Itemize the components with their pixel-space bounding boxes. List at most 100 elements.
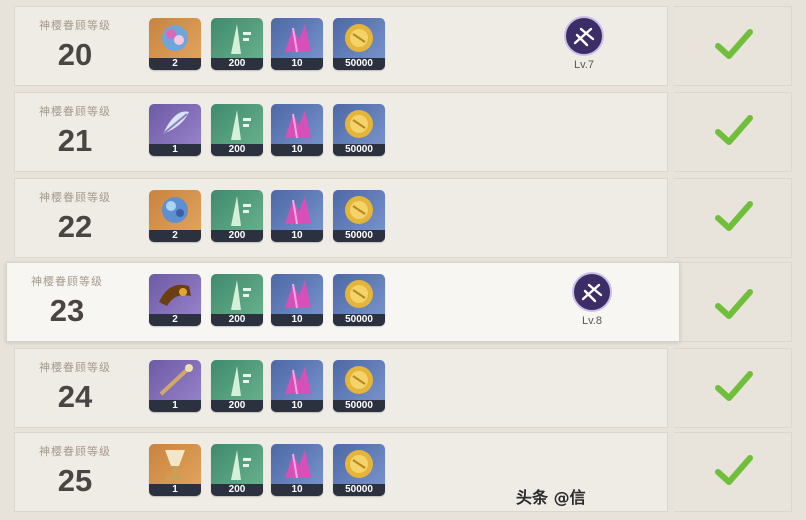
- level-reward-row[interactable]: 神樱眷顾等级 20 2 200 10 50000 Lv.7: [14, 6, 668, 86]
- item-quantity: 50000: [333, 58, 385, 70]
- item-quantity: 1: [149, 400, 201, 412]
- level-number: 25: [57, 463, 93, 498]
- staff-art: [149, 360, 201, 400]
- mora-coin-icon[interactable]: 50000: [333, 360, 385, 412]
- crystal-icon[interactable]: 10: [271, 190, 323, 242]
- horn-art: [149, 274, 201, 314]
- item-quantity: 200: [211, 144, 263, 156]
- chalice-icon[interactable]: 1: [149, 444, 201, 496]
- item-quantity: 200: [211, 230, 263, 242]
- checkmark-icon: [712, 24, 756, 64]
- level-reward-row[interactable]: 神樱眷顾等级 21 1 200 10 50000: [14, 92, 668, 172]
- talent-level-badge[interactable]: Lv.8: [557, 272, 627, 327]
- chalice-art: [149, 444, 201, 484]
- stem-bundle-art: [211, 190, 263, 230]
- checkmark-icon: [712, 196, 756, 236]
- item-quantity: 200: [211, 484, 263, 496]
- stem-bundle-icon[interactable]: 200: [211, 360, 263, 412]
- crystal-icon[interactable]: 10: [271, 104, 323, 156]
- feather-icon[interactable]: 1: [149, 104, 201, 156]
- crystal-icon[interactable]: 10: [271, 444, 323, 496]
- stem-bundle-art: [211, 274, 263, 314]
- item-quantity: 10: [271, 314, 323, 326]
- level-reward-row[interactable]: 神樱眷顾等级 24 1 200 10 50000: [14, 348, 668, 428]
- watermark: 头条 @信: [516, 488, 586, 507]
- orange-gem-art: [149, 18, 201, 58]
- checkmark-icon: [712, 366, 756, 406]
- checkmark-icon: [712, 450, 756, 490]
- stem-bundle-art: [211, 104, 263, 144]
- blue-gem-icon[interactable]: 2: [149, 190, 201, 242]
- item-quantity: 50000: [333, 230, 385, 242]
- level-number: 24: [57, 379, 93, 414]
- mora-coin-art: [333, 444, 385, 484]
- stem-bundle-art: [211, 444, 263, 484]
- crystal-art: [271, 274, 323, 314]
- stem-bundle-icon[interactable]: 200: [211, 190, 263, 242]
- item-quantity: 50000: [333, 314, 385, 326]
- mora-coin-icon[interactable]: 50000: [333, 444, 385, 496]
- horn-icon[interactable]: 2: [149, 274, 201, 326]
- item-quantity: 200: [211, 314, 263, 326]
- mora-coin-art: [333, 190, 385, 230]
- level-reward-row[interactable]: 神樱眷顾等级 22 2 200 10 50000: [14, 178, 668, 258]
- item-quantity: 50000: [333, 400, 385, 412]
- staff-icon[interactable]: 1: [149, 360, 201, 412]
- crystal-art: [271, 104, 323, 144]
- mora-coin-art: [333, 104, 385, 144]
- level-number: 20: [57, 37, 93, 72]
- stem-bundle-art: [211, 18, 263, 58]
- level-label: 神樱眷顾等级: [39, 445, 111, 458]
- checkmark-icon: [712, 284, 756, 324]
- stem-bundle-icon[interactable]: 200: [211, 104, 263, 156]
- crystal-icon[interactable]: 10: [271, 274, 323, 326]
- level-number: 21: [57, 123, 93, 158]
- level-label: 神樱眷顾等级: [39, 361, 111, 374]
- level-number: 23: [49, 293, 85, 328]
- talent-icon: [572, 272, 612, 312]
- crystal-art: [271, 444, 323, 484]
- mora-coin-icon[interactable]: 50000: [333, 190, 385, 242]
- blue-gem-art: [149, 190, 201, 230]
- level-label: 神樱眷顾等级: [31, 275, 103, 288]
- item-quantity: 200: [211, 58, 263, 70]
- item-quantity: 2: [149, 230, 201, 242]
- level-label: 神樱眷顾等级: [39, 191, 111, 204]
- item-quantity: 10: [271, 58, 323, 70]
- item-quantity: 10: [271, 400, 323, 412]
- mora-coin-art: [333, 274, 385, 314]
- crystal-art: [271, 18, 323, 58]
- mora-coin-icon[interactable]: 50000: [333, 18, 385, 70]
- item-quantity: 2: [149, 314, 201, 326]
- level-number: 22: [57, 209, 93, 244]
- checkmark-icon: [712, 110, 756, 150]
- mora-coin-art: [333, 360, 385, 400]
- crystal-icon[interactable]: 10: [271, 360, 323, 412]
- crystal-icon[interactable]: 10: [271, 18, 323, 70]
- mora-coin-icon[interactable]: 50000: [333, 274, 385, 326]
- talent-level-badge[interactable]: Lv.7: [549, 16, 619, 71]
- level-label: 神樱眷顾等级: [39, 105, 111, 118]
- item-quantity: 50000: [333, 144, 385, 156]
- talent-icon: [564, 16, 604, 56]
- level-label: 神樱眷顾等级: [39, 19, 111, 32]
- item-quantity: 10: [271, 484, 323, 496]
- stem-bundle-icon[interactable]: 200: [211, 444, 263, 496]
- stem-bundle-art: [211, 360, 263, 400]
- mora-coin-icon[interactable]: 50000: [333, 104, 385, 156]
- item-quantity: 200: [211, 400, 263, 412]
- item-quantity: 10: [271, 144, 323, 156]
- talent-level-text: Lv.7: [574, 59, 594, 71]
- mora-coin-art: [333, 18, 385, 58]
- crystal-art: [271, 360, 323, 400]
- stem-bundle-icon[interactable]: 200: [211, 18, 263, 70]
- crystal-art: [271, 190, 323, 230]
- item-quantity: 50000: [333, 484, 385, 496]
- feather-art: [149, 104, 201, 144]
- orange-gem-icon[interactable]: 2: [149, 18, 201, 70]
- item-quantity: 10: [271, 230, 323, 242]
- item-quantity: 1: [149, 144, 201, 156]
- level-reward-row[interactable]: 神樱眷顾等级 23 2 200 10 50000 Lv.8: [6, 262, 680, 342]
- stem-bundle-icon[interactable]: 200: [211, 274, 263, 326]
- item-quantity: 2: [149, 58, 201, 70]
